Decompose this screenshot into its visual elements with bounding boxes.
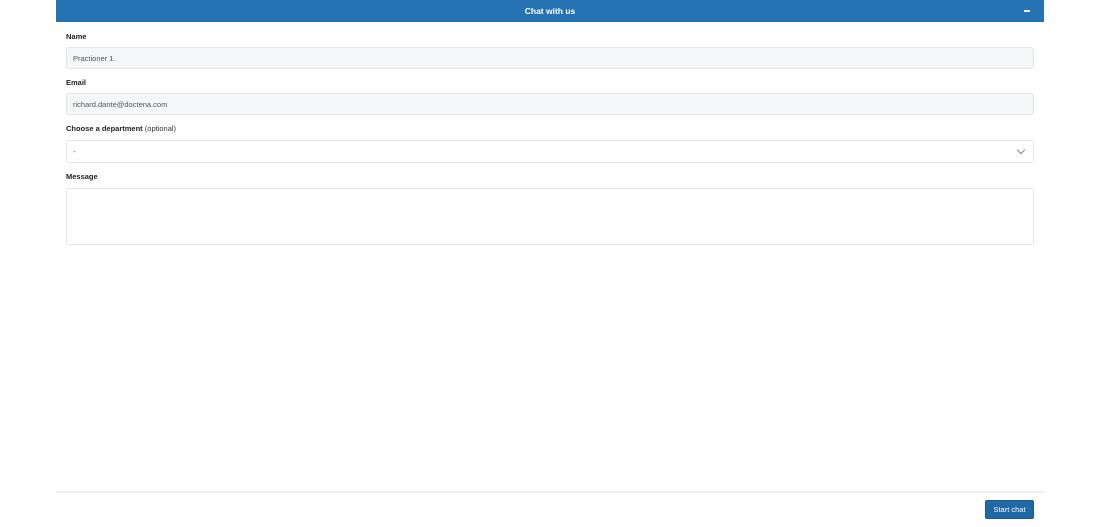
message-label-text: Message <box>66 172 98 181</box>
name-value: Practioner 1. <box>73 53 116 63</box>
minimize-button[interactable] <box>1020 0 1034 22</box>
chat-widget: Chat with us Name Practioner 1. Email ri… <box>56 0 1044 527</box>
start-chat-label: Start chat <box>993 505 1026 514</box>
department-label-text: Choose a department <box>66 124 143 133</box>
footer-divider <box>56 491 1044 493</box>
start-chat-button[interactable]: Start chat <box>985 500 1034 519</box>
email-value: richard.dante@doctena.com <box>73 99 168 109</box>
name-label-text: Name <box>66 32 87 41</box>
email-label-text: Email <box>66 78 87 87</box>
chat-title: Chat with us <box>524 6 576 16</box>
chat-header: Chat with us <box>56 0 1044 22</box>
email-label: Email <box>66 78 86 87</box>
minimize-icon <box>1024 10 1030 12</box>
chevron-down-icon <box>1016 145 1026 155</box>
message-label: Message <box>66 172 98 181</box>
name-label: Name <box>66 32 86 41</box>
optional-note: (optional) <box>144 124 177 133</box>
department-select[interactable]: - <box>66 140 1034 163</box>
department-label: Choose a department (optional) <box>66 124 176 133</box>
department-selected-value: - <box>73 147 76 156</box>
email-field[interactable]: richard.dante@doctena.com <box>66 93 1034 115</box>
message-textarea[interactable] <box>66 188 1034 245</box>
name-field[interactable]: Practioner 1. <box>66 47 1034 69</box>
